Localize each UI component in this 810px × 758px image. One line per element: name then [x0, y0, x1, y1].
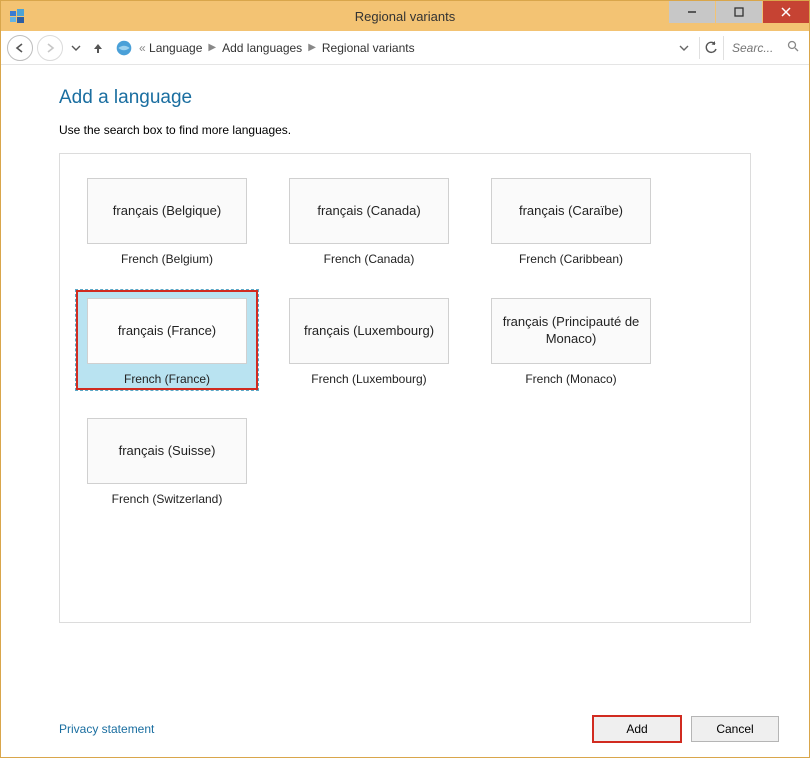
language-variant-item[interactable]: français (Canada) French (Canada) — [278, 170, 460, 270]
minimize-button[interactable] — [669, 1, 715, 23]
language-list: français (Belgique)French (Belgium)franç… — [59, 153, 751, 623]
language-caption: French (Belgium) — [121, 252, 213, 266]
breadcrumb-level3[interactable]: Regional variants — [322, 41, 415, 55]
annotation-highlight — [592, 715, 682, 743]
language-tile[interactable]: français (Suisse) — [87, 418, 247, 484]
language-variant-item[interactable]: français (France) French (France) — [76, 290, 258, 390]
maximize-button[interactable] — [716, 1, 762, 23]
language-caption: French (France) — [124, 372, 210, 386]
page-title: Add a language — [59, 87, 751, 109]
page-subtext: Use the search box to find more language… — [59, 123, 751, 137]
history-dropdown[interactable] — [69, 41, 83, 55]
up-button[interactable] — [87, 37, 109, 59]
footer: Privacy statement Add Cancel — [1, 701, 809, 757]
breadcrumb-level2[interactable]: Add languages — [222, 41, 302, 55]
language-variant-item[interactable]: français (Luxembourg) French (Luxembourg) — [278, 290, 460, 390]
language-variant-item[interactable]: français (Belgique) French (Belgium) — [76, 170, 258, 270]
language-caption: French (Canada) — [324, 252, 415, 266]
language-variant-item[interactable]: français (Principauté de Monaco) French (… — [480, 290, 662, 390]
back-button[interactable] — [7, 35, 33, 61]
language-caption: French (Switzerland) — [112, 492, 223, 506]
chevron-right-icon: ▶ — [208, 42, 216, 53]
search-input[interactable] — [730, 40, 780, 56]
app-icon — [9, 8, 25, 24]
language-caption: French (Monaco) — [525, 372, 616, 386]
language-tile[interactable]: français (Caraïbe) — [491, 178, 651, 244]
search-icon[interactable] — [787, 40, 799, 55]
breadcrumb-level1[interactable]: Language — [139, 41, 202, 55]
language-tile[interactable]: français (Principauté de Monaco) — [491, 298, 651, 364]
refresh-button[interactable] — [699, 37, 721, 59]
privacy-link[interactable]: Privacy statement — [59, 722, 154, 736]
language-tile[interactable]: français (Luxembourg) — [289, 298, 449, 364]
window-frame: Regional variants — [0, 0, 810, 758]
forward-button[interactable] — [37, 35, 63, 61]
language-caption: French (Luxembourg) — [311, 372, 426, 386]
add-button[interactable]: Add — [593, 716, 681, 742]
language-tile[interactable]: français (France) — [87, 298, 247, 364]
control-panel-icon[interactable] — [115, 39, 133, 57]
language-variant-item[interactable]: français (Suisse) French (Switzerland) — [76, 410, 258, 510]
language-tile[interactable]: français (Belgique) — [87, 178, 247, 244]
content-area: Add a language Use the search box to fin… — [1, 65, 809, 701]
language-tile[interactable]: français (Canada) — [289, 178, 449, 244]
language-variant-item[interactable]: français (Caraïbe) French (Caribbean) — [480, 170, 662, 270]
title-bar: Regional variants — [1, 1, 809, 31]
search-box[interactable] — [723, 36, 803, 60]
cancel-button[interactable]: Cancel — [691, 716, 779, 742]
nav-bar: Language ▶ Add languages ▶ Regional vari… — [1, 31, 809, 65]
language-caption: French (Caribbean) — [519, 252, 623, 266]
close-button[interactable] — [763, 1, 809, 23]
chevron-right-icon: ▶ — [308, 42, 316, 53]
window-buttons — [668, 1, 809, 23]
address-dropdown[interactable] — [677, 43, 691, 53]
